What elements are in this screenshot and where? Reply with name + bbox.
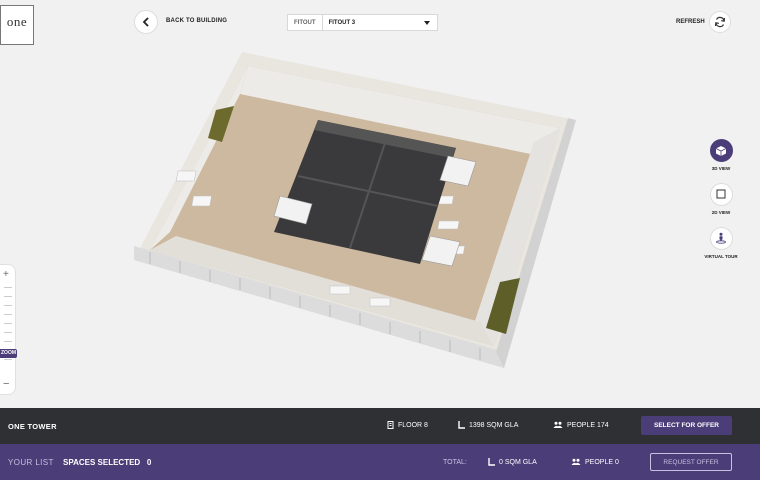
back-to-building-link[interactable]: BACK TO BUILDING xyxy=(166,18,227,24)
logo-word: one xyxy=(6,14,28,29)
person-tour-icon xyxy=(716,232,726,244)
back-button[interactable] xyxy=(134,10,158,34)
view-tour[interactable]: VIRTUAL TOUR xyxy=(704,226,738,260)
caret-down-icon xyxy=(424,20,430,25)
select-for-offer-button[interactable]: SELECT FOR OFFER xyxy=(641,416,732,435)
building-icon xyxy=(387,421,394,429)
total-label: TOTAL: xyxy=(443,459,467,466)
view-2d-button[interactable] xyxy=(709,182,733,206)
spaces-selected-label: SPACES SELECTED xyxy=(63,458,141,467)
people-icon xyxy=(553,421,563,428)
view-3d-label: 3D VIEW xyxy=(711,166,731,171)
spaces-selected: SPACES SELECTED 0 xyxy=(63,458,151,467)
people-stat: PEOPLE 174 xyxy=(553,421,609,429)
refresh-label[interactable]: REFRESH xyxy=(676,19,705,25)
chevron-left-icon xyxy=(142,17,149,27)
zoom-in-icon[interactable]: + xyxy=(3,269,9,280)
area-label: 1398 SQM GLA xyxy=(469,421,519,429)
floor-stat: FLOOR 8 xyxy=(387,421,428,429)
fitout-select[interactable]: FITOUT FITOUT 3 xyxy=(287,14,438,31)
list-area-label: 0 SQM GLA xyxy=(499,458,537,466)
request-offer-button[interactable]: REQUEST OFFER xyxy=(650,453,732,471)
your-list-label: YOUR LIST xyxy=(8,458,54,467)
fitout-value: FITOUT 3 xyxy=(328,19,356,26)
people-icon xyxy=(571,458,581,465)
refresh-icon xyxy=(714,16,726,28)
view-3d[interactable]: 3D VIEW xyxy=(704,139,738,172)
area-stat: 1398 SQM GLA xyxy=(458,421,518,429)
zoom-badge[interactable]: ZOOM xyxy=(0,349,17,358)
people-label: PEOPLE 174 xyxy=(567,421,609,429)
view-tour-label: VIRTUAL TOUR xyxy=(704,253,738,259)
view-switcher: 3D VIEW 2D VIEW VIRTUAL TOUR xyxy=(704,139,738,271)
floorplan-3d-view[interactable] xyxy=(130,46,580,368)
zoom-slider[interactable]: + − xyxy=(0,264,16,395)
view-2d[interactable]: 2D VIEW xyxy=(704,182,738,216)
your-list-bar: YOUR LIST SPACES SELECTED 0 TOTAL: 0 SQM… xyxy=(0,444,760,480)
cube-icon xyxy=(715,145,727,156)
area-icon xyxy=(488,458,495,466)
zoom-out-icon[interactable]: − xyxy=(3,378,9,390)
list-people-label: PEOPLE 0 xyxy=(585,458,619,466)
fitout-label: FITOUT xyxy=(288,15,323,30)
view-2d-label: 2D VIEW xyxy=(711,209,731,215)
square-icon xyxy=(716,189,726,199)
view-tour-button[interactable] xyxy=(709,226,733,250)
spaces-selected-count: 0 xyxy=(146,458,152,467)
floor-label: FLOOR 8 xyxy=(398,421,428,429)
building-name: ONE TOWER xyxy=(8,422,57,431)
area-icon xyxy=(458,421,465,429)
refresh-button[interactable] xyxy=(709,11,731,33)
list-people-stat: PEOPLE 0 xyxy=(571,458,619,466)
view-3d-button[interactable] xyxy=(709,139,733,162)
list-area-stat: 0 SQM GLA xyxy=(488,458,537,466)
logo: one xyxy=(0,5,34,45)
